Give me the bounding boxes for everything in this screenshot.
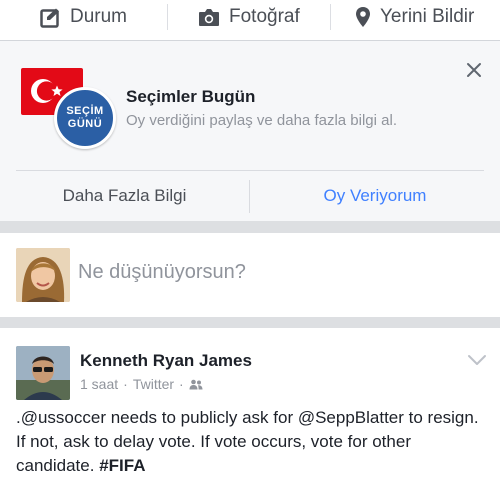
feed-separator bbox=[0, 221, 500, 233]
composer-action-bar: Durum Fotoğraf Yerini Bildir bbox=[0, 0, 500, 41]
post-hashtag[interactable]: #FIFA bbox=[99, 456, 145, 475]
photo-button[interactable]: Fotoğraf bbox=[198, 0, 300, 34]
close-icon bbox=[467, 63, 481, 77]
badge-line2: GÜNÜ bbox=[67, 118, 103, 130]
checkin-button[interactable]: Yerini Bildir bbox=[355, 0, 474, 34]
post-author[interactable]: Kenneth Ryan James bbox=[80, 351, 252, 371]
status-input[interactable]: Ne düşünüyorsun? bbox=[78, 261, 246, 284]
photo-label: Fotoğraf bbox=[229, 6, 300, 27]
location-pin-icon bbox=[356, 7, 370, 27]
avatar[interactable] bbox=[16, 346, 70, 400]
avatar[interactable] bbox=[16, 248, 70, 302]
meta-separator: · bbox=[179, 376, 184, 392]
feed-separator bbox=[0, 317, 500, 328]
status-composer: Ne düşünüyorsun? bbox=[0, 233, 500, 317]
voting-label: Oy Veriyorum bbox=[323, 186, 427, 205]
divider bbox=[167, 4, 168, 30]
election-subtitle: Oy verdiğini paylaş ve daha fazla bilgi … bbox=[126, 112, 397, 129]
meta-separator: · bbox=[123, 376, 128, 392]
checkin-label: Yerini Bildir bbox=[380, 6, 475, 27]
post-meta: 1 saat · Twitter · bbox=[80, 376, 203, 392]
more-info-button[interactable]: Daha Fazla Bilgi bbox=[0, 171, 249, 221]
more-info-label: Daha Fazla Bilgi bbox=[62, 186, 187, 205]
post-source[interactable]: Twitter bbox=[133, 376, 174, 392]
feed-post: Kenneth Ryan James 1 saat · Twitter · .@… bbox=[0, 328, 500, 485]
post-menu-button[interactable] bbox=[467, 353, 487, 367]
friends-icon bbox=[189, 379, 203, 389]
badge-line1: SEÇİM bbox=[66, 105, 104, 117]
status-label: Durum bbox=[70, 6, 128, 27]
election-reminder-card: SEÇİM GÜNÜ Seçimler Bugün Oy verdiğini p… bbox=[0, 41, 500, 221]
election-title: Seçimler Bugün bbox=[126, 87, 256, 106]
chevron-down-icon bbox=[468, 355, 486, 365]
post-time[interactable]: 1 saat bbox=[80, 376, 118, 392]
post-body: .@ussoccer needs to publicly ask for @Se… bbox=[16, 408, 479, 475]
divider bbox=[330, 4, 331, 30]
voting-button[interactable]: Oy Veriyorum bbox=[250, 171, 500, 221]
status-button[interactable]: Durum bbox=[40, 0, 127, 34]
close-button[interactable] bbox=[463, 59, 485, 81]
camera-icon bbox=[199, 8, 219, 26]
post-text: .@ussoccer needs to publicly ask for @Se… bbox=[16, 406, 488, 478]
edit-icon bbox=[40, 8, 59, 28]
election-day-badge: SEÇİM GÜNÜ bbox=[54, 87, 116, 149]
